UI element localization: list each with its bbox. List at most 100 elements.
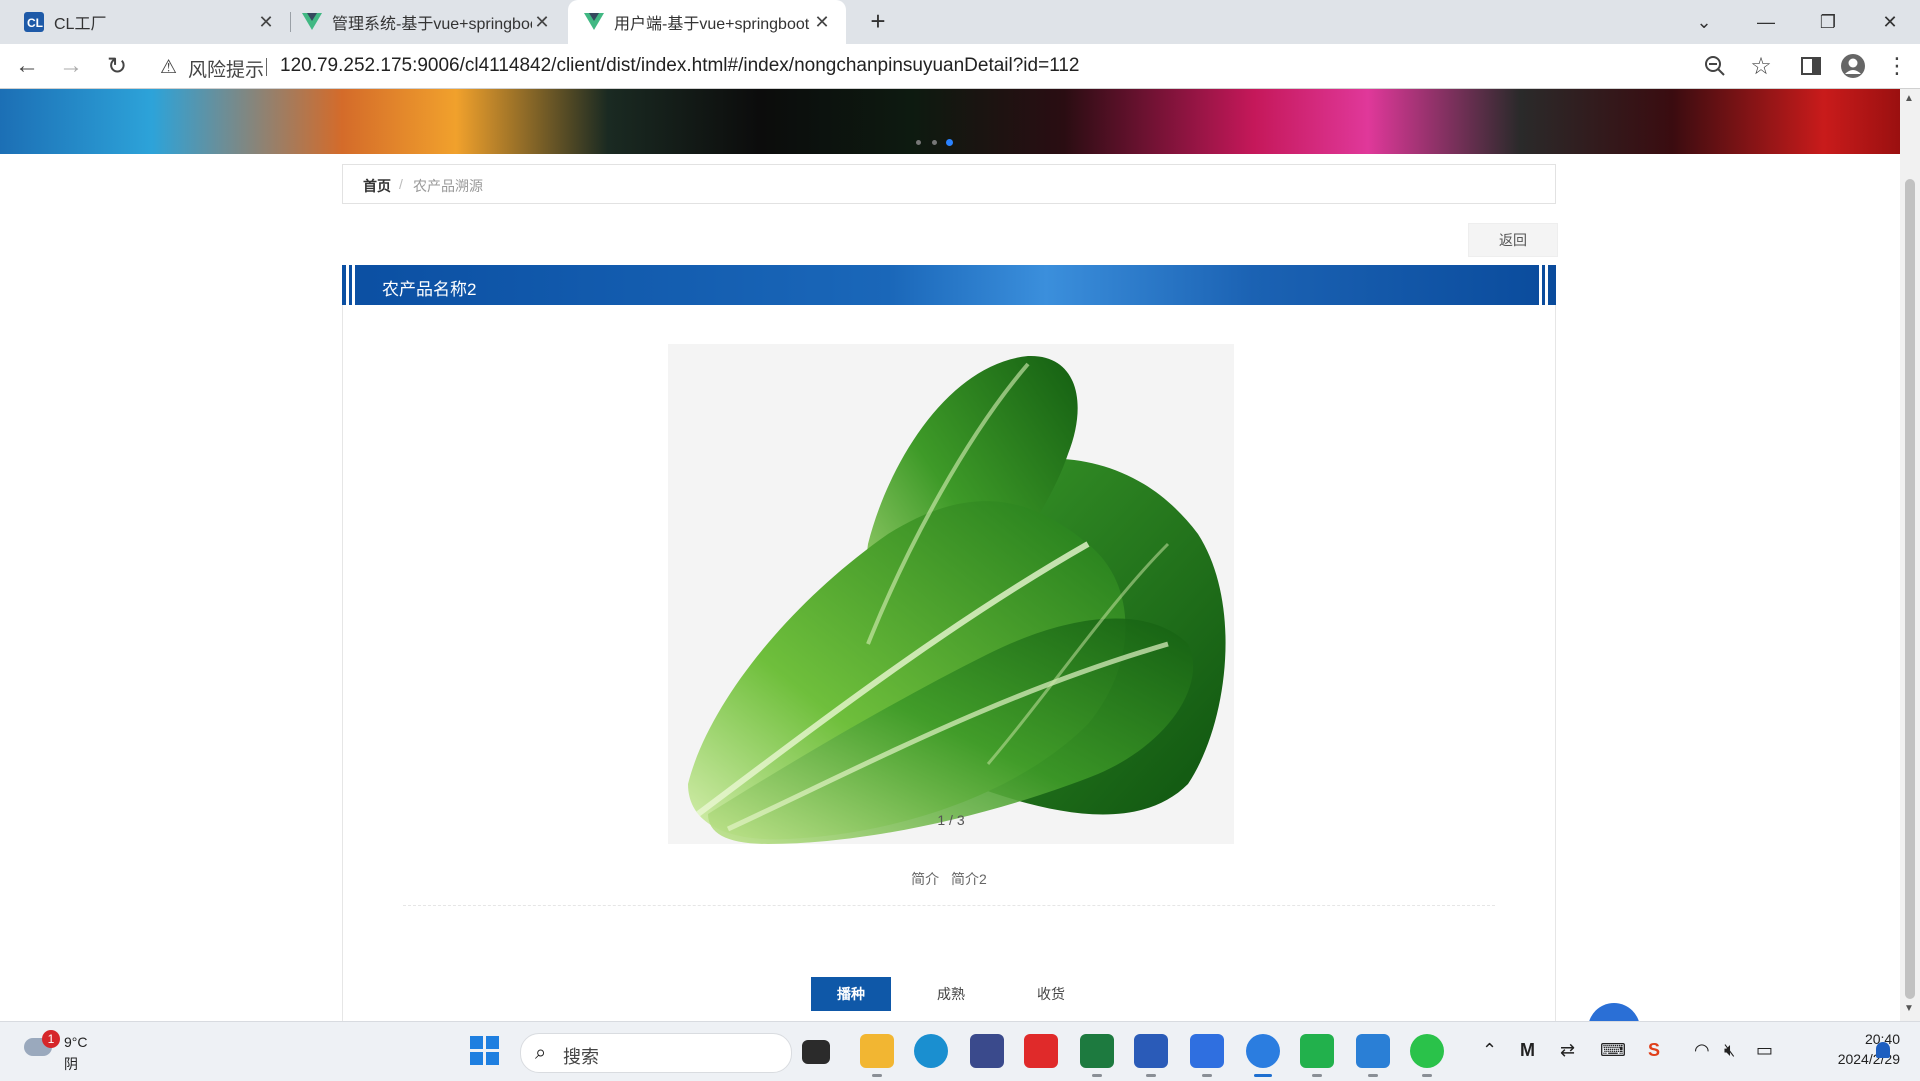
windows-taskbar: 1 9°C 阴 ⌕ 搜索 ⌃ M ⇄ ⌨ S ◠ 🔇︎ ▭ 20:40 2024… [0,1021,1920,1081]
close-window-icon[interactable]: ✕ [1860,0,1920,44]
product-image-gallery[interactable]: 1 / 3 [668,344,1234,844]
summary-label: 简介 [911,871,940,887]
close-tab-icon[interactable]: ✕ [812,12,832,32]
task-view-icon[interactable] [802,1040,830,1064]
scrollbar-thumb[interactable] [1905,179,1915,999]
tray-chevron-up-icon[interactable]: ⌃ [1482,1040,1497,1061]
huawei-app-icon[interactable] [1024,1034,1058,1068]
close-tab-icon[interactable]: ✕ [532,12,552,32]
warning-triangle-icon[interactable]: ⚠ [160,56,177,79]
running-indicator [1092,1074,1102,1077]
weather-widget[interactable]: 1 9°C 阴 [20,1030,100,1074]
tab-title: 管理系统-基于vue+springboot [332,16,532,33]
chrome-browser-icon[interactable] [1246,1034,1280,1068]
title-bar-stripe [1539,265,1542,305]
search-placeholder: 搜索 [563,1047,599,1067]
edge-browser-icon[interactable] [914,1034,948,1068]
windows-start-icon[interactable] [470,1036,500,1066]
scroll-up-arrow-icon[interactable]: ▲ [1904,93,1914,104]
browser-tab-bar: CL CL工厂 ✕ 管理系统-基于vue+springboot ✕ 用户端-基于… [0,0,1920,44]
zoom-out-icon[interactable] [1700,51,1730,81]
tab-title: CL工厂 [54,16,107,33]
weather-temperature: 9°C [64,1034,88,1050]
tray-security-app-icon[interactable]: S [1648,1040,1660,1061]
running-indicator [872,1074,882,1077]
tray-m-app-icon[interactable]: M [1520,1040,1535,1061]
back-button[interactable]: 返回 [1468,223,1558,257]
file-explorer-icon[interactable] [860,1034,894,1068]
bookmark-star-icon[interactable]: ☆ [1746,51,1776,81]
profile-avatar-icon[interactable] [1838,51,1868,81]
tab-title: 用户端-基于vue+springboot [614,16,810,33]
section-divider [403,905,1495,906]
browser-tab-admin[interactable]: 管理系统-基于vue+springboot ✕ [292,0,568,44]
m-app-icon[interactable] [970,1034,1004,1068]
reload-icon[interactable]: ↻ [102,51,132,81]
word-icon[interactable] [1134,1034,1168,1068]
title-bar-stripe [346,265,349,305]
forward-arrow-icon[interactable]: → [56,51,86,81]
photos-app-icon[interactable] [1356,1034,1390,1068]
wechat-icon[interactable] [1410,1034,1444,1068]
tab-separator [290,12,291,32]
browser-tab-cl-factory[interactable]: CL CL工厂 ✕ [0,0,288,44]
search-icon: ⌕ [535,1042,547,1064]
running-indicator [1312,1074,1322,1077]
lettuce-image [688,355,1226,844]
floating-action-button[interactable] [1588,1003,1640,1021]
tab-search-chevron-icon[interactable]: ⌄ [1674,0,1734,44]
carousel-dot[interactable] [916,140,921,145]
title-bar-stripe [352,265,355,305]
running-indicator-active [1254,1074,1272,1077]
excel-icon[interactable] [1080,1034,1114,1068]
running-indicator [1368,1074,1378,1077]
banner-carousel[interactable] [0,89,1900,154]
scroll-down-arrow-icon[interactable]: ▼ [1904,1003,1914,1014]
browser-tab-client[interactable]: 用户端-基于vue+springboot ✕ [568,0,846,44]
taskbar-search-input[interactable]: ⌕ 搜索 [520,1033,792,1073]
page-viewport: 首页 / 农产品溯源 返回 农产品名称2 1 / 3 简介 简介2 播种 成熟 … [0,89,1900,1021]
restore-icon[interactable]: ❐ [1798,0,1858,44]
page-scrollbar[interactable]: ▲ ▼ [1900,89,1920,1021]
speaker-muted-icon[interactable]: 🔇︎ [1724,1040,1735,1061]
tab-sowing[interactable]: 播种 [811,977,891,1011]
breadcrumb-separator: / [399,176,403,192]
summary-value: 简介2 [951,871,987,887]
weather-condition: 阴 [64,1056,78,1072]
detail-panel: 1 / 3 简介 简介2 播种 成熟 收货 [342,305,1556,1021]
security-warning-label[interactable]: 风险提示 [188,55,264,82]
address-separator [266,58,267,76]
running-indicator [1202,1074,1212,1077]
clock-time[interactable]: 20:40 [1830,1031,1900,1047]
product-title-bar: 农产品名称2 [342,265,1556,305]
product-title: 农产品名称2 [382,280,477,299]
svg-text:CL: CL [27,16,43,30]
breadcrumb-home-link[interactable]: 首页 [363,176,391,196]
media-player-icon[interactable] [1190,1034,1224,1068]
vue-logo-icon [302,12,322,32]
carousel-dot[interactable] [932,140,937,145]
menu-dots-icon[interactable]: ⋮ [1882,51,1912,81]
title-bar-stripe [1545,265,1548,305]
notification-bell-icon[interactable] [1876,1042,1890,1058]
cl-logo-icon: CL [24,12,44,32]
address-bar-url[interactable]: 120.79.252.175:9006/cl4114842/client/dis… [280,55,1079,77]
vue-logo-icon [584,12,604,32]
tray-transfer-icon[interactable]: ⇄ [1560,1040,1575,1061]
wifi-icon[interactable]: ◠ [1694,1040,1710,1061]
tray-input-method-icon[interactable]: ⌨ [1600,1040,1626,1061]
tab-mature[interactable]: 成熟 [911,977,991,1011]
carousel-dot-active[interactable] [946,139,953,146]
tab-harvest[interactable]: 收货 [1011,977,1091,1011]
minimize-icon[interactable]: — [1736,0,1796,44]
side-panel-icon[interactable] [1796,51,1826,81]
back-arrow-icon[interactable]: ← [12,51,42,81]
close-tab-icon[interactable]: ✕ [256,12,276,32]
battery-icon[interactable]: ▭ [1756,1040,1773,1061]
weather-badge: 1 [42,1030,60,1048]
iqiyi-icon[interactable] [1300,1034,1334,1068]
new-tab-button[interactable]: + [864,8,892,36]
breadcrumb: 首页 / 农产品溯源 [342,164,1556,204]
running-indicator [1146,1074,1156,1077]
browser-toolbar: ← → ↻ ⚠ 风险提示 120.79.252.175:9006/cl41148… [0,44,1920,89]
